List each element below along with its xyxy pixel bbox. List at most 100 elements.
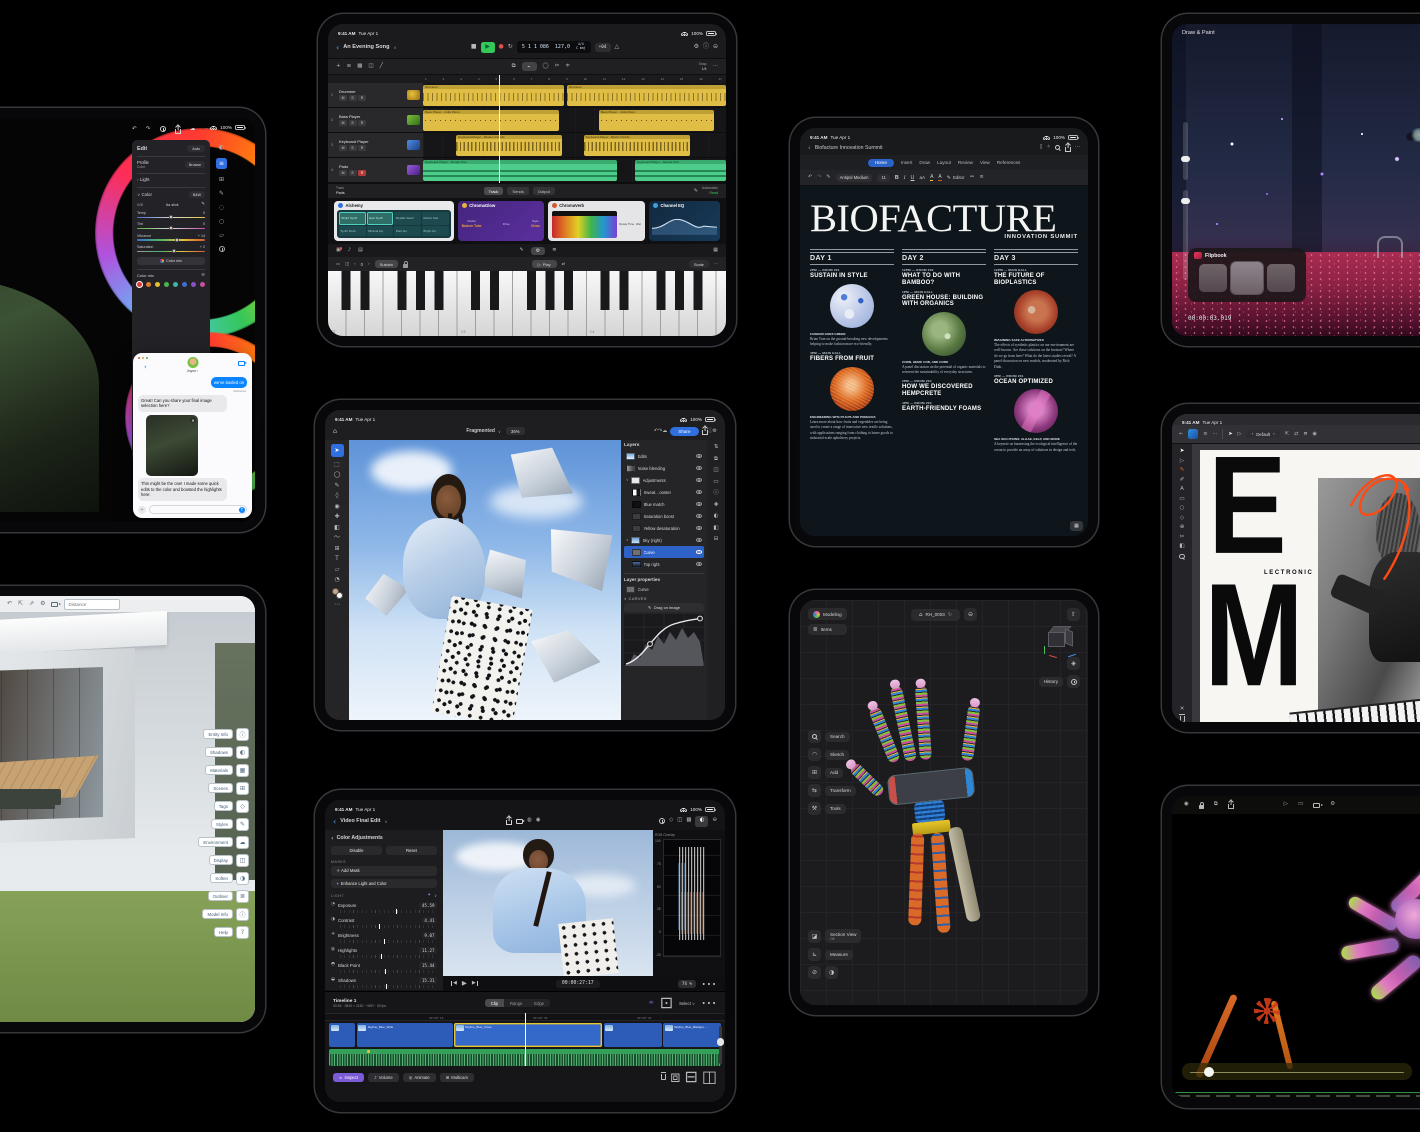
preset-button[interactable]: Metallic Swell [394, 212, 421, 225]
teal-channel-dot[interactable] [173, 282, 178, 287]
underline-button[interactable]: U [911, 175, 915, 181]
contact-name[interactable]: Joyce › [187, 369, 199, 373]
visibility-icon[interactable] [696, 514, 702, 518]
back-icon[interactable]: ← [1179, 432, 1183, 437]
canvas-area[interactable]: E LECTRONIC M USIC AW SC [1192, 444, 1420, 722]
geometry-icon[interactable]: ▱ [219, 232, 224, 239]
overwrite-icon[interactable]: ⊡ [660, 995, 673, 1011]
settings-icon[interactable]: ⚙ [1330, 802, 1335, 808]
color-mix-button[interactable]: Color mix [137, 257, 205, 265]
text-tool[interactable]: A [1180, 487, 1184, 493]
light-section[interactable]: › Light [137, 177, 150, 183]
scale-button[interactable]: Scale [689, 260, 709, 268]
count-in[interactable]: +04 [595, 43, 611, 52]
properties-icon[interactable]: ⓘ [713, 491, 719, 497]
add-attachment-button[interactable]: + [138, 506, 146, 514]
node-tool[interactable]: ▷ [1180, 459, 1184, 465]
keyboard-toggle-icon[interactable]: ▦ [713, 248, 718, 253]
styles-icon[interactable]: ✎ [236, 818, 249, 831]
visibility-icon[interactable] [696, 538, 702, 542]
send-button[interactable]: ↑ [239, 507, 246, 514]
split-icon[interactable]: ✂ [555, 64, 560, 70]
3d-viewport[interactable]: Entity Infoⓘ Shadows◐ Materials▦ Scenes⊞… [0, 613, 255, 1022]
help-icon[interactable]: ? [236, 926, 249, 939]
layer-row[interactable]: Blue match [624, 498, 704, 510]
share-icon[interactable]: ⇗ [29, 601, 34, 607]
clone-tool[interactable]: ◉ [334, 504, 339, 510]
viewer-zoom[interactable]: 74 % [678, 980, 696, 988]
exposure-slider[interactable]: ◔Exposure45.59 [331, 902, 437, 909]
color-chips[interactable] [332, 588, 342, 598]
model-info-icon[interactable]: ⓘ [236, 908, 249, 921]
mic-icon[interactable]: ◍ [527, 818, 532, 823]
add-mask-button[interactable]: ＋ Add Mask [331, 866, 437, 876]
chevron-down-icon[interactable]: ∨ [394, 45, 397, 50]
mute-button[interactable]: M [339, 145, 347, 151]
preset-button[interactable]: Synth Pluck [339, 226, 366, 237]
adjustment-icon[interactable]: ◐ [714, 514, 719, 520]
yellow-channel-dot[interactable] [155, 282, 160, 287]
preset-button[interactable]: Bright Arp [422, 226, 449, 237]
layer-group-row[interactable]: ∨Sky (right) [624, 534, 704, 546]
back-icon[interactable]: ‹ [808, 144, 811, 152]
masking-icon[interactable]: ◐ [219, 144, 224, 151]
back-icon[interactable]: ‹ [333, 817, 336, 826]
layers-icon[interactable]: ⧉ [1214, 802, 1218, 808]
share-icon[interactable] [506, 820, 512, 825]
metronome-icon[interactable]: △ [615, 44, 620, 50]
select-menu[interactable]: Select ∨ [679, 1001, 695, 1006]
wb-value[interactable]: As shot [166, 203, 179, 207]
plugin-chromaglow[interactable]: ChromaGlow ModelModern Tube Drive StyleC… [458, 201, 544, 241]
cycle-icon[interactable]: ↻ [508, 44, 513, 50]
measure-button[interactable]: Measure [825, 950, 853, 960]
scenes-icon[interactable]: ⊞ [236, 782, 249, 795]
red-channel-dot[interactable] [137, 282, 142, 287]
layer-row-selected[interactable]: Curve [624, 546, 704, 558]
select-tool[interactable]: ➤ [1180, 449, 1185, 455]
region[interactable]: Bass Player - India Disco [599, 110, 714, 131]
playback-scrubber[interactable] [1182, 1063, 1412, 1080]
minimize-icon[interactable]: ⊖ [713, 44, 718, 50]
layer-row[interactable]: Edits [624, 450, 704, 462]
shape-tool[interactable]: ▭ [1179, 497, 1184, 503]
history-button[interactable]: History [1039, 677, 1063, 687]
play-button[interactable]: ▶ [481, 42, 495, 53]
automation-mode[interactable]: AutomationRead [702, 187, 718, 195]
keyboard-split-icon[interactable]: ◫ [345, 262, 349, 266]
curves-section-label[interactable]: CURVES [629, 597, 647, 601]
brush-tool[interactable]: ✎ [334, 483, 339, 489]
plugin-chromaverb[interactable]: ChromaVerb Decay Time Wet [548, 201, 645, 241]
scissors-tool[interactable]: ✂ [1180, 535, 1185, 541]
numbering-icon[interactable]: ≡ [979, 175, 983, 180]
type-tool[interactable]: T [335, 556, 339, 562]
collapse-icon[interactable]: ∨ [434, 893, 437, 898]
slider-knob[interactable] [1181, 156, 1190, 162]
play-icon[interactable]: ▷ [1284, 802, 1288, 808]
track-row-pads[interactable]: 4 Pads MSR Keyboard Player - Simple Pad … [328, 158, 726, 183]
robotic-hand-model[interactable] [871, 669, 1018, 940]
crop-icon[interactable]: ⊞ [219, 176, 224, 183]
clip-icon[interactable]: ⊟ [714, 537, 719, 543]
disable-button[interactable]: Disable [331, 846, 382, 855]
shadows-icon[interactable]: ◐ [236, 746, 249, 759]
animation-canvas[interactable]: Draw & Paint Flipbook 00:00:03.019 [1172, 24, 1420, 336]
settings-icon[interactable]: ⚙ [713, 429, 717, 434]
tab-review[interactable]: Review [958, 160, 973, 165]
amp-icon[interactable]: ▣ [336, 248, 341, 253]
export-icon[interactable] [1228, 801, 1234, 809]
octave-up-icon[interactable]: › [368, 262, 370, 266]
settings-icon[interactable]: ⚙ [694, 44, 699, 50]
viewer[interactable] [443, 830, 653, 976]
project-title[interactable]: Draw & Paint [1182, 30, 1215, 36]
document-title[interactable]: Biofacture Innovation Summit [815, 145, 883, 151]
style-preset-select[interactable]: ‹Default› [1246, 430, 1279, 438]
animate-button[interactable]: ◎Animate [403, 1073, 436, 1082]
delete-icon[interactable] [1180, 716, 1185, 722]
add-tool[interactable]: ⊕ [1180, 525, 1185, 531]
tint-slider[interactable]: Tint0 [137, 222, 205, 229]
preset-button[interactable]: Minimal Arp [367, 226, 394, 237]
flip-icon[interactable]: ⇄ [1294, 432, 1298, 437]
skip-forward-icon[interactable]: ▶ [472, 981, 478, 986]
region[interactable]: Drummer [423, 85, 564, 106]
clip[interactable] [329, 1023, 355, 1047]
